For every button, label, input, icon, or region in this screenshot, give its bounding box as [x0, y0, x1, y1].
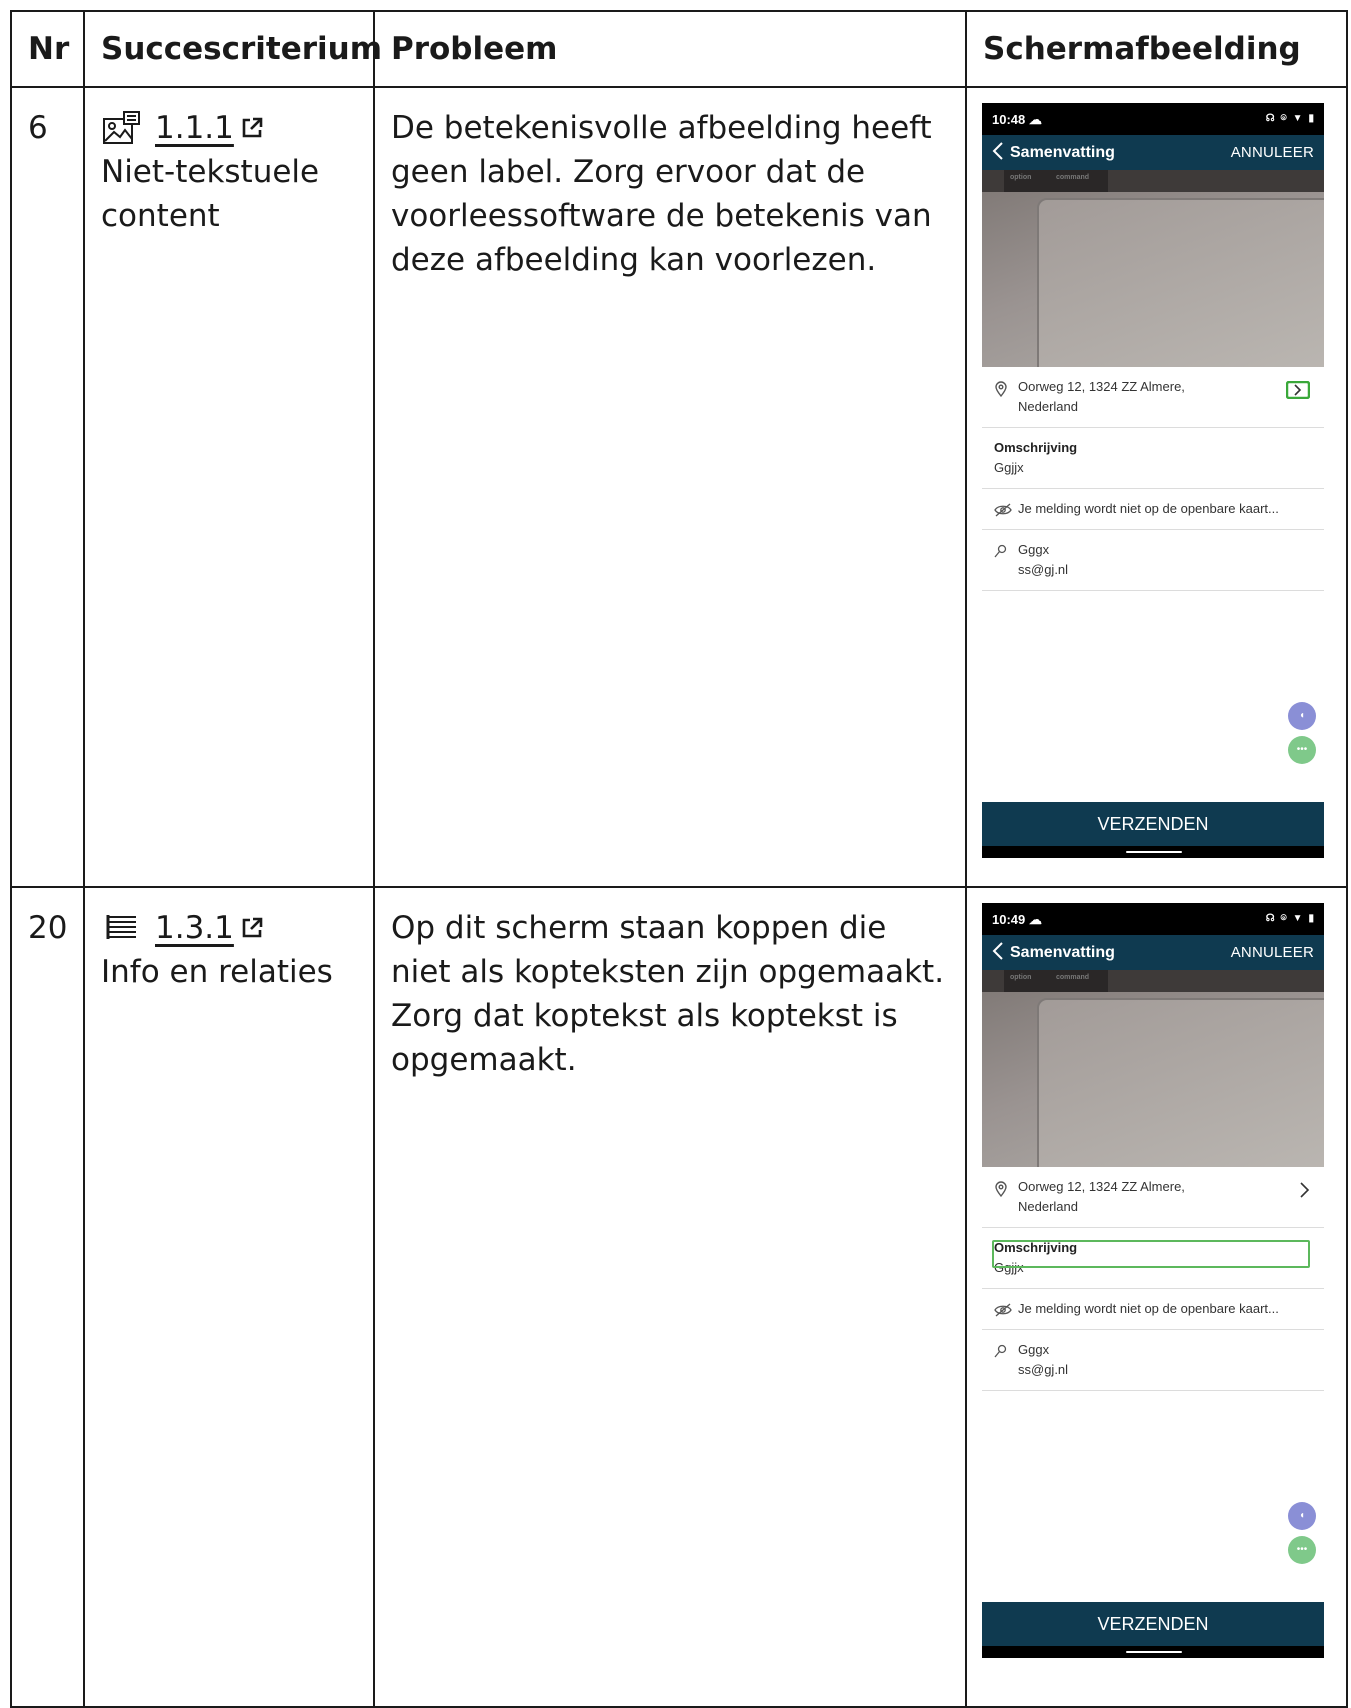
criterion-link[interactable]: 1.3.1	[155, 906, 264, 950]
external-link-icon	[240, 116, 264, 140]
audit-table: Nr Succescriterium Probleem Schermafbeel…	[10, 10, 1348, 1708]
app-title: Samenvatting	[1010, 143, 1115, 161]
user-name: Gggx	[1018, 1342, 1050, 1357]
headphones-icon: ☊	[1265, 113, 1275, 124]
image-icon	[101, 109, 143, 147]
app-title: Samenvatting	[1010, 943, 1115, 961]
status-bar: 10:49 ☁ ☊ ⌾ ▼ ▮	[982, 903, 1324, 935]
more-icon: •••	[1296, 1544, 1308, 1555]
user-email: ss@gj.nl	[1018, 1362, 1069, 1377]
wifi-icon: ▼	[1292, 113, 1303, 124]
criterion-cell: 1.1.1 Niet-tekstuele content	[83, 86, 375, 888]
external-link-icon	[240, 916, 264, 940]
cancel-button[interactable]: ANNULEER	[1231, 145, 1314, 160]
row-nr: 20	[10, 886, 85, 1708]
back-chevron-icon[interactable]	[992, 941, 1004, 965]
header-problem: Probleem	[373, 10, 967, 88]
headphones-icon: ☊	[1265, 913, 1275, 924]
user-email: ss@gj.nl	[1018, 562, 1069, 577]
table-row: 6 1.1.1 Niet-tekstuele content De beteke…	[10, 86, 1348, 888]
list-icon	[101, 909, 143, 947]
nav-bar	[982, 846, 1324, 858]
photo-thumbnail[interactable]: option command	[982, 170, 1324, 367]
user-row: Gggx ss@gj.nl	[982, 1330, 1324, 1391]
app-header: Samenvatting ANNULEER	[982, 135, 1324, 170]
more-button[interactable]: •••	[1288, 736, 1316, 764]
criterion-code: 1.3.1	[155, 910, 234, 946]
status-bar: 10:48 ☁ ☊ ⌾ ▼ ▮	[982, 103, 1324, 135]
more-button[interactable]: •••	[1288, 1536, 1316, 1564]
screenshot-cell: 10:49 ☁ ☊ ⌾ ▼ ▮ Samenvatting ANNULEER op…	[965, 886, 1348, 1708]
key-command: command	[1050, 170, 1108, 192]
address-row[interactable]: Oorweg 12, 1324 ZZ Almere, Nederland	[982, 1167, 1324, 1228]
privacy-note: Je melding wordt niet op de openbare kaa…	[1018, 1301, 1279, 1316]
criterion-link[interactable]: 1.1.1	[155, 106, 264, 150]
user-icon	[994, 544, 1008, 564]
key-command: command	[1050, 970, 1108, 992]
user-row: Gggx ss@gj.nl	[982, 530, 1324, 591]
photo-thumbnail[interactable]: option command	[982, 970, 1324, 1167]
address-line1: Oorweg 12, 1324 ZZ Almere,	[1018, 379, 1185, 394]
address-line1: Oorweg 12, 1324 ZZ Almere,	[1018, 1179, 1185, 1194]
problem-text: De betekenisvolle afbeelding heeft geen …	[391, 110, 932, 278]
privacy-note: Je melding wordt niet op de openbare kaa…	[1018, 501, 1279, 516]
criterion-code: 1.1.1	[155, 110, 234, 146]
row-nr: 6	[10, 86, 85, 888]
criterion-name: Niet-tekstuele content	[101, 154, 320, 234]
header-row: Nr Succescriterium Probleem Schermafbeel…	[10, 10, 1348, 88]
location-pin-icon	[994, 381, 1008, 403]
status-time: 10:48	[992, 111, 1026, 127]
privacy-row: Je melding wordt niet op de openbare kaa…	[982, 489, 1324, 530]
address-line2: Nederland	[1018, 399, 1078, 414]
speaker-button[interactable]: ◖	[1288, 702, 1316, 730]
chevron-right-icon	[1298, 1181, 1310, 1205]
problem-cell: De betekenisvolle afbeelding heeft geen …	[373, 86, 967, 888]
status-time: 10:49	[992, 911, 1026, 927]
location-pin-icon	[994, 1181, 1008, 1203]
app-header: Samenvatting ANNULEER	[982, 935, 1324, 970]
description-heading: Omschrijving	[994, 440, 1078, 455]
user-icon	[994, 1344, 1008, 1364]
chevron-right-icon	[1285, 380, 1311, 405]
eye-off-icon	[994, 1303, 1012, 1323]
description-row: Omschrijving Ggjjx	[982, 1228, 1324, 1289]
cloud-icon: ☁	[1028, 111, 1042, 127]
description-value: Ggjjx	[994, 460, 1024, 475]
address-row[interactable]: Oorweg 12, 1324 ZZ Almere, Nederland	[982, 367, 1324, 428]
criterion-cell: 1.3.1 Info en relaties	[83, 886, 375, 1708]
address-line2: Nederland	[1018, 1199, 1078, 1214]
header-nr: Nr	[10, 10, 85, 88]
location-icon: ⌾	[1280, 913, 1287, 924]
eye-off-icon	[994, 503, 1012, 523]
problem-cell: Op dit scherm staan koppen die niet als …	[373, 886, 967, 1708]
header-criterion: Succescriterium	[83, 10, 382, 88]
cloud-icon: ☁	[1028, 911, 1042, 927]
focus-highlight	[992, 1240, 1310, 1268]
wifi-icon: ▼	[1292, 913, 1303, 924]
send-button[interactable]: VERZENDEN	[982, 1602, 1324, 1646]
header-screenshot: Schermafbeelding	[965, 10, 1348, 88]
more-icon: •••	[1296, 744, 1308, 755]
phone-screenshot: 10:48 ☁ ☊ ⌾ ▼ ▮ Samenvatting ANNULEER op…	[982, 103, 1324, 858]
criterion-name: Info en relaties	[101, 954, 333, 990]
problem-text: Op dit scherm staan koppen die niet als …	[391, 910, 945, 1078]
battery-icon: ▮	[1308, 113, 1314, 124]
description-row: Omschrijving Ggjjx	[982, 428, 1324, 489]
send-button[interactable]: VERZENDEN	[982, 802, 1324, 846]
table-row: 20 1.3.1 Info en relaties Op dit scherm …	[10, 886, 1348, 1708]
back-chevron-icon[interactable]	[992, 141, 1004, 165]
location-icon: ⌾	[1280, 113, 1287, 124]
battery-icon: ▮	[1308, 913, 1314, 924]
cancel-button[interactable]: ANNULEER	[1231, 945, 1314, 960]
screenshot-cell: 10:48 ☁ ☊ ⌾ ▼ ▮ Samenvatting ANNULEER op…	[965, 86, 1348, 888]
speaker-button[interactable]: ◖	[1288, 1502, 1316, 1530]
nav-bar	[982, 1646, 1324, 1658]
user-name: Gggx	[1018, 542, 1050, 557]
privacy-row: Je melding wordt niet op de openbare kaa…	[982, 1289, 1324, 1330]
phone-screenshot: 10:49 ☁ ☊ ⌾ ▼ ▮ Samenvatting ANNULEER op…	[982, 903, 1324, 1658]
